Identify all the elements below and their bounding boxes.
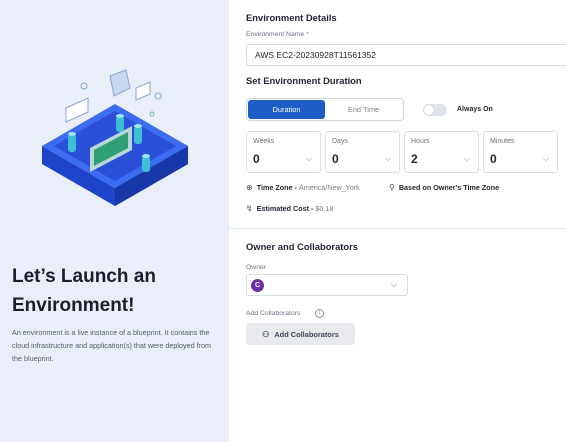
hours-value: 2: [411, 152, 418, 166]
set-duration-heading: Set Environment Duration: [246, 75, 362, 86]
section-divider: [229, 228, 566, 229]
globe-icon: ⊕: [246, 183, 253, 192]
chevron-down-icon: ⌵: [384, 154, 391, 163]
environment-details-heading: Environment Details: [246, 12, 337, 23]
trend-icon: ↯: [246, 204, 253, 213]
based-on-text: Based on Owner's Time Zone: [398, 183, 500, 192]
info-icon[interactable]: i: [315, 309, 324, 318]
intro-panel: Let’s Launch an Environment! An environm…: [0, 0, 229, 442]
owner-collaborators-heading: Owner and Collaborators: [246, 241, 358, 252]
location-pin-icon: ⚲: [389, 183, 395, 192]
days-label: Days: [332, 138, 348, 145]
timezone-value: America/New_York: [298, 183, 360, 192]
weeks-select[interactable]: Weeks 0 ⌵: [246, 131, 321, 173]
environment-name-input[interactable]: [246, 44, 566, 66]
weeks-value: 0: [253, 152, 260, 166]
weeks-label: Weeks: [253, 138, 275, 145]
chevron-down-icon: ⌵: [390, 280, 397, 289]
estimated-cost-info: ↯ Estimated Cost - $0.18: [246, 204, 333, 213]
hero-description: An environment is a live instance of a b…: [12, 328, 211, 363]
owner-label: Owner: [246, 264, 267, 271]
timezone-info: ⊕ Time Zone - America/New_York: [246, 183, 360, 192]
add-person-icon: ⚇: [262, 329, 270, 339]
minutes-label: Minutes: [490, 138, 515, 145]
hero-title: Let’s Launch an Environment!: [12, 266, 156, 316]
cost-label: Estimated Cost -: [256, 204, 314, 213]
chevron-down-icon: ⌵: [305, 154, 312, 163]
always-on-toggle[interactable]: [423, 104, 447, 116]
based-on-info: ⚲ Based on Owner's Time Zone: [389, 183, 499, 192]
hours-select[interactable]: Hours 2 ⌵: [404, 131, 479, 173]
environment-name-label: Environment Name *: [246, 31, 309, 38]
minutes-select[interactable]: Minutes 0 ⌵: [483, 131, 558, 173]
timezone-label: Time Zone -: [256, 183, 297, 192]
hours-label: Hours: [411, 138, 430, 145]
chevron-down-icon: ⌵: [542, 154, 549, 163]
minutes-value: 0: [490, 152, 497, 166]
add-collaborators-button-label: Add Collaborators: [274, 329, 339, 339]
duration-mode-tabs: Duration End Time: [246, 98, 404, 121]
add-collaborators-button[interactable]: ⚇ Add Collaborators: [246, 323, 355, 345]
days-select[interactable]: Days 0 ⌵: [325, 131, 400, 173]
chevron-down-icon: ⌵: [463, 154, 470, 163]
cloud-infrastructure-illustration: [42, 69, 188, 206]
tab-duration[interactable]: Duration: [248, 100, 325, 119]
days-value: 0: [332, 152, 339, 166]
environment-form: Environment Details Environment Name * S…: [229, 0, 566, 442]
tab-end-time[interactable]: End Time: [325, 100, 402, 119]
add-collaborators-label: Add Collaborators: [246, 310, 301, 317]
owner-select[interactable]: C ⌵: [246, 274, 408, 296]
always-on-label: Always On: [457, 106, 493, 113]
avatar: C: [251, 279, 264, 292]
cost-value: $0.18: [315, 204, 334, 213]
